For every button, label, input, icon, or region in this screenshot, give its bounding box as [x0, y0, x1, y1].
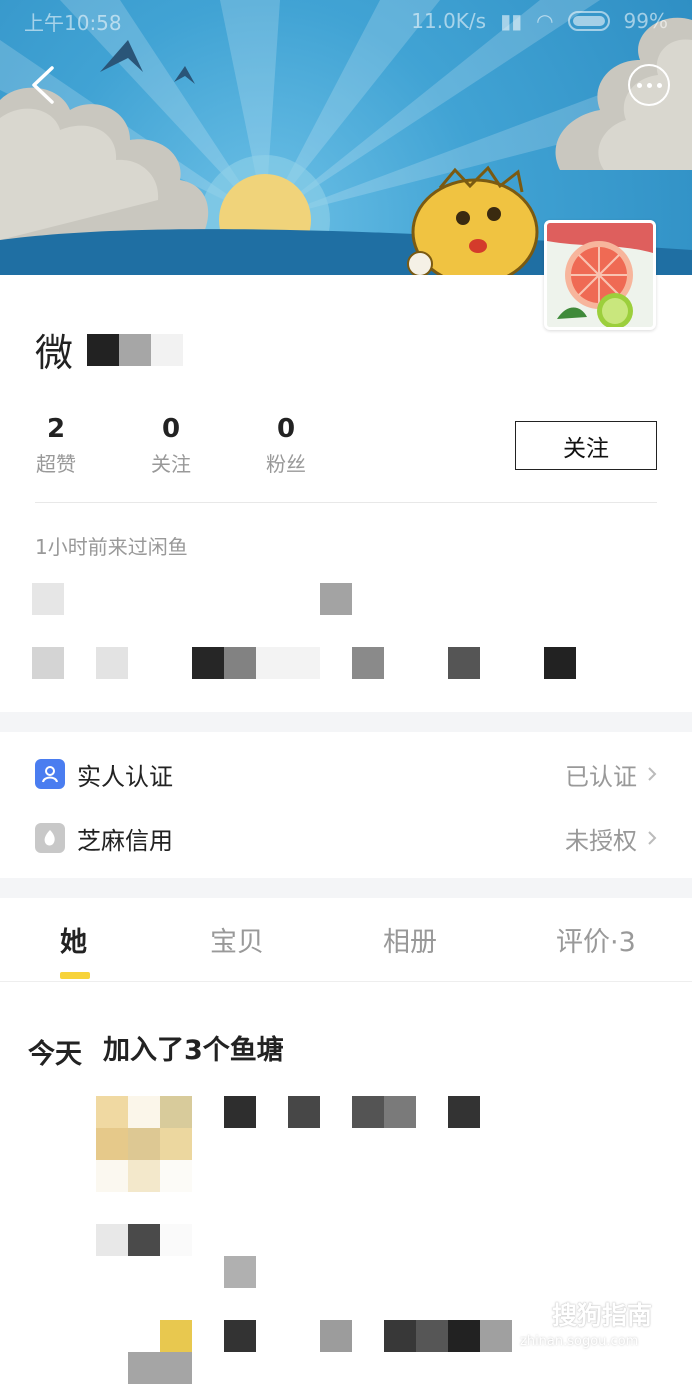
more-options-button[interactable] [628, 64, 670, 106]
sesame-credit-row[interactable]: 芝麻信用 未授权 [0, 806, 692, 870]
redaction-block [128, 1160, 160, 1192]
redaction-block [151, 333, 184, 366]
redaction-block [128, 1352, 192, 1384]
tab-items[interactable]: 宝贝 [210, 920, 264, 959]
stat-fans[interactable]: 0 粉丝 [265, 414, 380, 477]
last-visit-text: 1小时前来过闲鱼 [35, 535, 188, 559]
redaction-block [544, 647, 576, 679]
watermark-text: 搜狗指南 [552, 1301, 653, 1330]
redaction-block [128, 1128, 160, 1160]
chevron-right-icon [648, 767, 657, 781]
redaction-block [224, 1320, 256, 1352]
tab-reviews[interactable]: 评价·3 [556, 920, 636, 959]
redaction-block [96, 1160, 128, 1192]
chevron-left-icon [32, 66, 54, 104]
redaction-block [96, 1224, 128, 1256]
redaction-block [128, 1096, 160, 1128]
battery-icon [567, 11, 610, 31]
redaction-block [192, 647, 224, 679]
real-person-verification-row[interactable]: 实人认证 已认证 [0, 742, 692, 806]
profile-stats: 2 超赞 0 关注 0 粉丝 [35, 414, 380, 477]
avatar[interactable] [544, 220, 656, 330]
profile-name: 微 [35, 331, 74, 375]
redaction-block [480, 1320, 512, 1352]
feed-day-label: 今天 [28, 1039, 82, 1070]
tab-album[interactable]: 相册 [383, 920, 437, 959]
watermark-url: zhinan.sogou.com [520, 1334, 639, 1349]
redaction-block [384, 1096, 416, 1128]
redaction-block [320, 1320, 352, 1352]
redaction-block [160, 1320, 192, 1352]
person-verify-icon [35, 759, 65, 789]
sesame-credit-icon [35, 823, 65, 853]
stat-label: 关注 [151, 452, 191, 476]
redaction-block [288, 1096, 320, 1128]
redaction-block [32, 583, 64, 615]
redaction-block [96, 1128, 128, 1160]
redaction-block [160, 1128, 192, 1160]
redaction-block [160, 1096, 192, 1128]
redaction-block [87, 333, 120, 366]
redaction-block [224, 1096, 256, 1128]
more-dots-icon [636, 82, 642, 88]
redaction-block [448, 1320, 480, 1352]
redaction-block [96, 647, 128, 679]
redaction-block [119, 333, 152, 366]
redaction-block [128, 1224, 160, 1256]
stat-following[interactable]: 0 关注 [150, 414, 265, 477]
stat-value: 0 [161, 414, 181, 444]
redaction-block [32, 647, 64, 679]
tab-her[interactable]: 她 [60, 920, 87, 959]
wifi-icon: ◠ [536, 9, 554, 33]
stat-value: 2 [46, 414, 66, 444]
back-button[interactable] [26, 62, 66, 108]
status-bar: 上午10:58 11.0K/s ▮▮ ◠ 99% [0, 0, 692, 42]
stat-value: 0 [276, 414, 296, 444]
redaction-block [448, 1096, 480, 1128]
divider [35, 502, 657, 503]
status-time: 上午10:58 [24, 10, 122, 35]
redaction-block [224, 1256, 256, 1288]
name-redacted [87, 333, 184, 366]
redaction-block [96, 1096, 128, 1128]
section-gap [0, 712, 692, 732]
follow-button[interactable]: 关注 [515, 421, 657, 470]
redaction-block [160, 1160, 192, 1192]
more-dot [646, 82, 652, 88]
profile-tabs: 她 宝贝 相册 评价·3 [0, 898, 692, 982]
verify-label: 实人认证 [77, 762, 173, 791]
stat-label: 超赞 [36, 452, 76, 476]
stat-likes[interactable]: 2 超赞 [35, 414, 150, 477]
redaction-block [256, 647, 320, 679]
sogou-watermark: 搜狗指南 zhinan.sogou.com [512, 1294, 682, 1356]
redaction-block [416, 1320, 448, 1352]
avatar-image [547, 223, 653, 327]
redaction-block [224, 647, 256, 679]
profile-name-row: 微 [35, 322, 184, 377]
redaction-block [352, 1096, 384, 1128]
more-dot [656, 82, 662, 88]
sogou-logo-icon [517, 1297, 551, 1331]
active-tab-indicator [60, 972, 90, 979]
signal-icon: ▮▮ [500, 9, 523, 33]
feed-title: 加入了3个鱼塘 [103, 1035, 284, 1066]
section-gap [0, 878, 692, 898]
redaction-block [384, 1320, 416, 1352]
redaction-block [352, 647, 384, 679]
stat-label: 粉丝 [266, 452, 306, 476]
redaction-block [160, 1224, 192, 1256]
chevron-right-icon [648, 831, 657, 845]
verify-label: 芝麻信用 [77, 826, 173, 855]
verify-status: 已认证 [565, 762, 637, 791]
redaction-block [320, 583, 352, 615]
verify-status: 未授权 [565, 826, 637, 855]
redaction-block [448, 647, 480, 679]
battery-level: 99% [623, 9, 668, 33]
network-speed: 11.0K/s [411, 9, 487, 33]
